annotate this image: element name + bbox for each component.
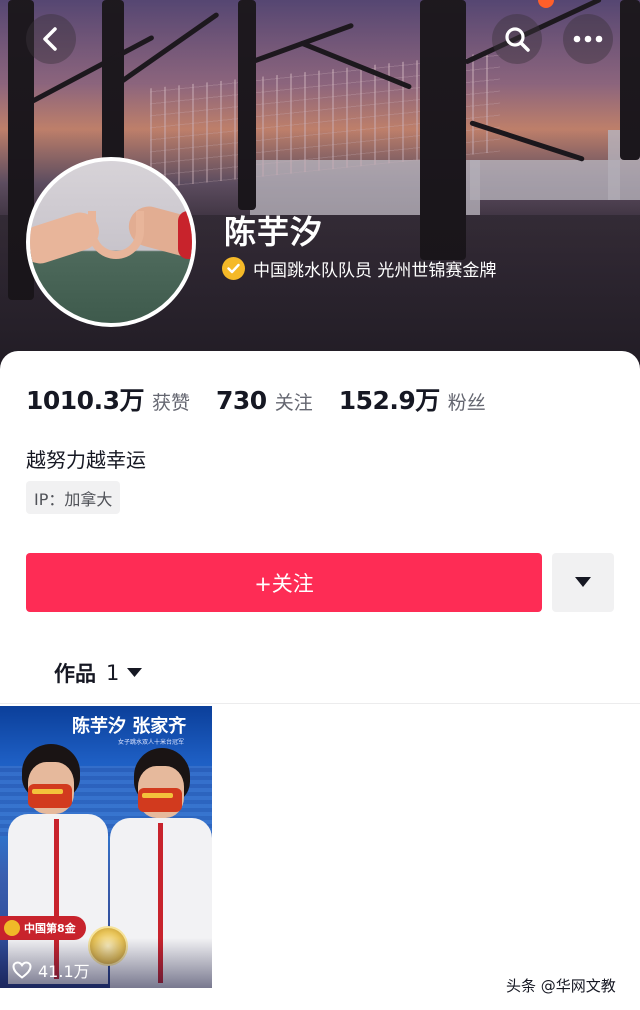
avatar[interactable] xyxy=(26,157,196,327)
followers-label[interactable]: 粉丝 xyxy=(448,388,486,415)
heart-icon xyxy=(12,961,32,979)
verified-text: 中国跳水队队员 光州世锦赛金牌 xyxy=(253,261,497,281)
dropdown-icon xyxy=(575,577,591,587)
tab-works[interactable]: 作品 1 xyxy=(54,658,143,688)
avatar-heart-gesture xyxy=(88,211,144,259)
following-label[interactable]: 关注 xyxy=(275,388,313,415)
tab-divider xyxy=(0,703,640,704)
verified-icon xyxy=(222,257,245,280)
video-subtitle-overlay: 女子跳水双人十米台冠军 xyxy=(118,739,185,746)
medal-count-tag: 中国第8金 xyxy=(0,916,86,940)
verified-badge-row: 中国跳水队队员 光州世锦赛金牌 xyxy=(222,256,496,281)
likes-label[interactable]: 获赞 xyxy=(152,388,190,415)
bio-text: 越努力越幸运 xyxy=(26,448,146,472)
video-title-overlay: 陈芋汐 张家齐 xyxy=(72,716,187,737)
back-button[interactable] xyxy=(26,14,76,64)
recommend-dropdown-button[interactable] xyxy=(552,553,614,612)
search-icon xyxy=(505,27,530,52)
ip-location-tag: IP：加拿大 xyxy=(26,481,121,514)
profile-card: 1010.3万 获赞 730 关注 152.9万 粉丝 越努力越幸运 IP：加拿… xyxy=(0,351,640,1010)
more-button[interactable] xyxy=(563,14,613,64)
tab-works-label: 作品 xyxy=(54,662,96,686)
video-thumbnail[interactable]: 陈芋汐 张家齐 女子跳水双人十米台冠军 中国第8金 41.1万 xyxy=(0,706,212,988)
likes-count: 1010.3万 xyxy=(26,386,144,415)
watermark: 头条 @华网文教 xyxy=(506,977,616,995)
followers-count[interactable]: 152.9万 xyxy=(339,381,441,417)
profile-name: 陈芋汐 xyxy=(224,213,324,251)
follow-button[interactable]: +关注 xyxy=(26,553,542,612)
more-icon xyxy=(573,35,603,43)
chevron-down-icon xyxy=(127,668,143,677)
medal-tag-text: 中国第8金 xyxy=(24,922,76,935)
stats-row: 1010.3万 获赞 730 关注 152.9万 粉丝 xyxy=(26,381,512,417)
tab-works-count: 1 xyxy=(106,661,120,685)
video-likes: 41.1万 xyxy=(12,958,90,982)
following-count[interactable]: 730 xyxy=(216,386,267,415)
gold-coin-icon xyxy=(4,920,20,936)
search-button[interactable] xyxy=(492,14,542,64)
video-likes-count: 41.1万 xyxy=(38,962,90,981)
back-icon xyxy=(43,27,57,51)
